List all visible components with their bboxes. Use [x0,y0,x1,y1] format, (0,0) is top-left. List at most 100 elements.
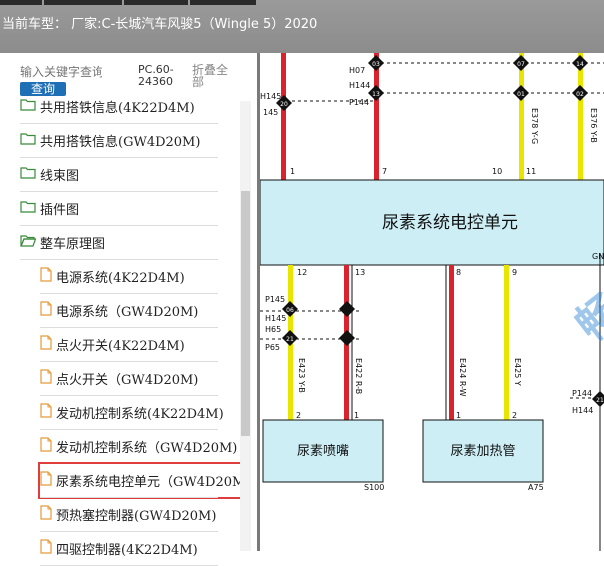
injector-code: S100 [364,483,384,492]
window-tab[interactable] [124,0,188,5]
gnd-label: GN [592,252,604,261]
wire-label: P145 [265,295,285,304]
wire-label: E425 Y [513,358,522,386]
tree-item-label: 共用搭铁信息(GW4D20M) [40,135,201,150]
tree-doc-item[interactable]: 尿素系统电控单元（GW4D20M) [38,462,248,499]
folder-icon [20,166,36,183]
tree-doc-item[interactable]: 点火开关(4K22D4M) [40,328,246,361]
sidebar: 查询 PC.60-24360 折叠全部 共用搭铁信息(4K22D4M)共用搭铁信… [0,53,257,566]
window-tab[interactable] [0,0,42,5]
wire-label: E422 R-B [354,358,363,394]
scroll-thumb[interactable] [241,191,250,436]
document-icon [40,471,52,490]
top-connector: 01 [513,85,529,101]
tree-folder-item[interactable]: 插件图 [20,192,240,225]
pin-number: 11 [526,167,536,176]
wire-label: E424 R-W [458,358,467,397]
search-input[interactable] [20,65,102,79]
tree-item-label: 共用搭铁信息(4K22D4M) [40,101,195,116]
svg-text:14: 14 [576,61,584,68]
pin-number: 1 [456,411,461,420]
wire-yellow [504,265,509,420]
tree-doc-item[interactable]: 发动机控制系统(4K22D4M) [40,396,246,429]
pc-code-label: PC.60-24360 [138,63,174,88]
tree-folder-item[interactable]: 共用搭铁信息(4K22D4M) [20,90,240,123]
top-connector: 07 [513,55,529,71]
wire-label: E378 Y-G [530,108,539,144]
document-icon [40,369,52,388]
tree-item-label: 点火开关(4K22D4M) [56,339,185,354]
svg-text:03: 03 [372,61,380,68]
wire-label: P144 [349,98,369,107]
tree-doc-item[interactable]: 四驱控制器(4K22D4M) [40,532,246,565]
pin-number: 7 [382,167,387,176]
wire-label: P65 [265,343,280,352]
tree-item-label: 四驱控制器(4K22D4M) [56,543,198,558]
tree-folder-item[interactable]: 整车原理图 [20,226,240,259]
mid-connector [339,301,355,317]
tree-doc-item[interactable]: 点火开关（GW4D20M) [40,362,246,395]
svg-text:21: 21 [596,397,604,404]
ecu-label: 尿素系统电控单元 [382,213,518,233]
pin-number: 12 [297,268,307,277]
tree-item-label: 插件图 [40,203,80,218]
wire-label: E376 Y-B [589,108,598,143]
window-tabs [0,0,604,5]
svg-text:13: 13 [372,91,380,98]
wire-yellow [519,53,524,180]
title-bar: 当前车型： 厂家:C-长城汽车风骏5（Wingle 5）2020 [0,0,604,53]
tree-folder-item[interactable]: 线束图 [20,158,240,191]
wire-red [281,53,286,180]
top-connector: 14 [572,55,588,71]
document-icon [40,403,52,422]
folder-icon [20,98,36,115]
folder-icon [20,200,36,217]
wire-label: 145 [263,108,278,117]
window-tab[interactable] [190,0,256,5]
heater-label: 尿素加热管 [450,444,515,459]
wire-label: H145 [260,92,281,101]
wire-label: H144 [572,406,593,415]
document-icon [40,267,52,286]
fold-all-button[interactable]: 折叠全部 [192,64,232,88]
tree-item-label: 电源系统(4K22D4M) [56,271,185,286]
wire-label: H145 [265,314,286,323]
sidebar-scrollbar[interactable] [240,101,251,551]
tree-doc-item[interactable]: 发动机控制系统（GW4D20M) [40,430,246,463]
svg-text:02: 02 [576,91,584,98]
pin-number: 13 [355,268,365,277]
wire-yellow [578,53,583,180]
tree-doc-item[interactable]: 电源系统（GW4D20M) [40,294,246,327]
pin-number: 9 [512,268,517,277]
document-icon [40,505,52,524]
wire-label: H144 [349,81,370,90]
svg-text:07: 07 [517,61,525,68]
wiring-diagram: 03 07 14 13 01 02 20 H07 H144 P144 H145 … [260,53,604,551]
folder-open-icon [20,234,37,251]
tree-item-label: 发动机控制系统（GW4D20M) [56,441,238,456]
wire-label: H65 [265,325,281,334]
pin-number: 10 [492,167,502,176]
wire-label: P144 [572,389,592,398]
tree-item-label: 电源系统（GW4D20M) [56,305,199,320]
tree-folder-item[interactable]: 共用搭铁信息(GW4D20M) [20,124,240,157]
pin-number: 1 [354,411,359,420]
mid-connector [339,330,355,346]
pin-number: 2 [512,411,517,420]
tree-doc-item[interactable]: 预热塞控制器(GW4D20M) [40,498,246,531]
svg-text:21: 21 [286,336,294,343]
mid-connector: 21 [282,330,298,346]
current-model-title: 当前车型： 厂家:C-长城汽车风骏5（Wingle 5）2020 [2,17,318,32]
tree-doc-item[interactable]: 电源系统(4K22D4M) [40,260,246,293]
tree-item-label: 点火开关（GW4D20M) [56,373,199,388]
pin-number: 8 [456,268,461,277]
svg-text:20: 20 [280,101,288,108]
top-connector: 03 [368,55,384,71]
window-tab[interactable] [44,0,122,5]
injector-label: 尿素喷嘴 [297,444,349,459]
top-connector: 02 [572,85,588,101]
document-icon [40,301,52,320]
tree-item-label: 整车原理图 [40,237,106,252]
wire-red [449,265,454,420]
wire-label: E423 Y-B [297,358,306,393]
